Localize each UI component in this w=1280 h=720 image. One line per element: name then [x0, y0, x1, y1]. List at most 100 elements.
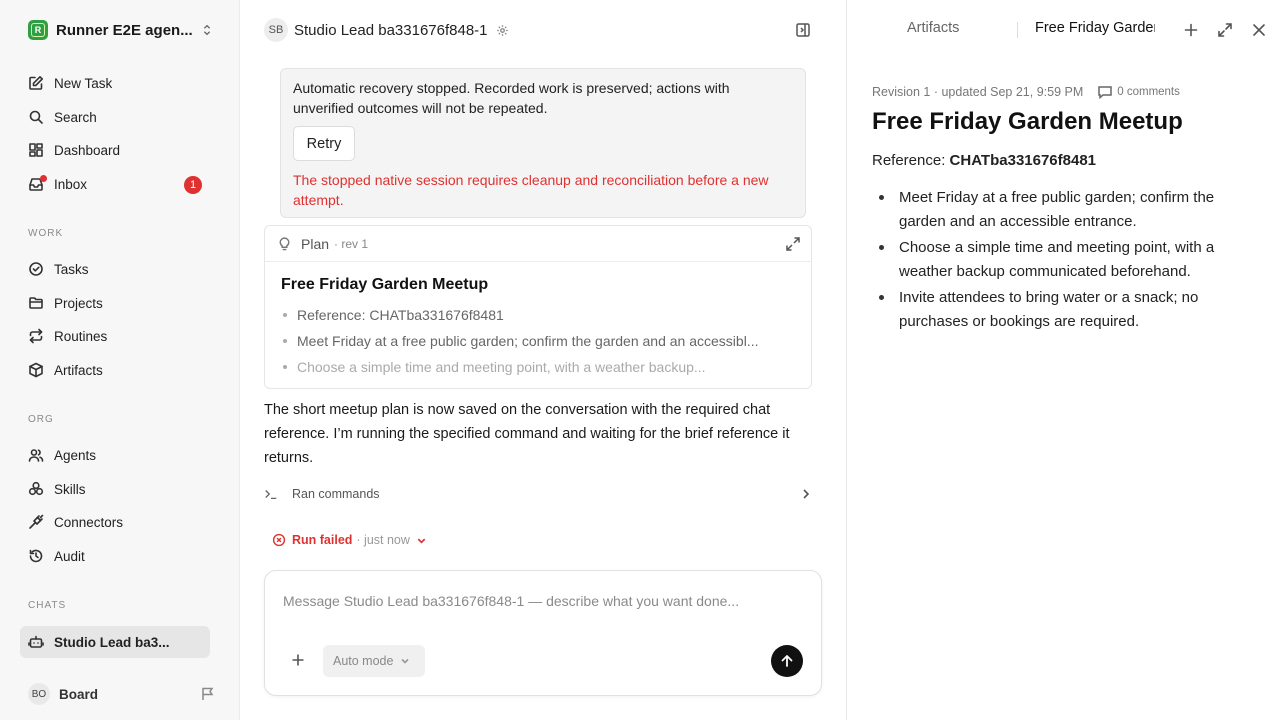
message-input[interactable] — [283, 589, 803, 613]
run-status-time: · just now — [356, 533, 410, 547]
retry-button[interactable]: Retry — [293, 126, 355, 161]
plan-header: Plan · rev 1 — [265, 226, 811, 262]
chevron-down-icon — [417, 538, 426, 544]
history-icon — [29, 549, 43, 563]
flag-icon[interactable] — [200, 686, 216, 702]
artifact-items: Meet Friday at a free public garden; con… — [872, 186, 1252, 336]
plus-icon[interactable] — [291, 653, 305, 667]
nav-projects[interactable]: Projects — [20, 288, 210, 318]
artifact-item: Meet Friday at a free public garden; con… — [872, 186, 1252, 234]
expand-icon[interactable] — [785, 236, 801, 252]
message-composer: Auto mode — [264, 570, 822, 696]
tab-artifacts[interactable]: Artifacts — [907, 20, 959, 40]
maximize-icon[interactable] — [1217, 22, 1233, 38]
lightbulb-icon — [279, 237, 290, 251]
workspace-switcher[interactable]: R Runner E2E agen... — [28, 20, 214, 40]
tab-divider — [1017, 22, 1018, 38]
nav-inbox[interactable]: Inbox 1 — [20, 169, 210, 199]
reference-label: Reference: — [872, 152, 946, 169]
terminal-icon — [265, 490, 277, 500]
mode-label: Auto mode — [333, 654, 394, 668]
section-org-header: ORG — [28, 414, 54, 425]
nav-tasks[interactable]: Tasks — [20, 254, 210, 284]
chat-title: Studio Lead ba331676f848-1 — [294, 21, 488, 39]
repeat-icon — [29, 328, 43, 344]
comment-icon[interactable] — [1097, 84, 1113, 100]
nav-agents[interactable]: Agents — [20, 440, 210, 470]
panel-toggle-icon[interactable] — [795, 22, 811, 38]
edit-icon — [29, 76, 43, 90]
reference-value: CHATba331676f8481 — [949, 152, 1097, 169]
nav-label: Routines — [54, 328, 108, 344]
nav-skills[interactable]: Skills — [20, 474, 210, 504]
error-detail: The stopped native session requires clea… — [293, 172, 769, 208]
plug-icon — [29, 514, 44, 529]
nav-connectors[interactable]: Connectors — [20, 507, 210, 537]
comments-count[interactable]: 0 comments — [1117, 86, 1180, 98]
nav-dashboard[interactable]: Dashboard — [20, 135, 210, 165]
chat-header: SB Studio Lead ba331676f848-1 — [264, 18, 509, 42]
nav-label: Inbox — [54, 176, 88, 192]
nav-label: Dashboard — [54, 142, 121, 158]
plan-items: Reference: CHATba331676f8481 Meet Friday… — [281, 304, 801, 382]
artifact-title: Free Friday Garden Meetup — [872, 108, 1183, 135]
run-status[interactable]: Run failed · just now — [272, 530, 427, 550]
artifact-meta: Revision 1 · updated Sep 21, 9:59 PM 0 c… — [872, 84, 1180, 100]
check-circle-icon — [29, 262, 43, 276]
arrow-up-icon — [781, 655, 793, 667]
nav-search[interactable]: Search — [20, 102, 210, 132]
unread-dot — [40, 175, 47, 182]
plan-item: Reference: CHATba331676f8481 — [281, 304, 801, 330]
nav-label: Skills — [54, 481, 86, 497]
sidebar: R Runner E2E agen... New Task Search Das… — [0, 0, 240, 720]
workspace-name: Runner E2E agen... — [56, 21, 193, 39]
chevron-down-icon — [401, 658, 410, 664]
nav-routines[interactable]: Routines — [20, 321, 210, 351]
section-chats-header: CHATS — [28, 600, 67, 611]
plus-icon[interactable] — [1183, 22, 1199, 38]
run-status-label: Run failed — [292, 533, 353, 547]
board-user[interactable]: BO Board — [20, 680, 216, 708]
board-label: Board — [59, 686, 99, 702]
grid-icon — [29, 143, 43, 157]
bot-icon — [28, 635, 44, 648]
ran-commands-label: Ran commands — [292, 487, 380, 501]
artifact-item: Invite attendees to bring water or a sna… — [872, 286, 1252, 334]
error-circle-icon — [272, 533, 286, 547]
artifact-item: Choose a simple time and meeting point, … — [872, 236, 1252, 284]
inbox-count-badge: 1 — [184, 176, 202, 194]
nav-artifacts[interactable]: Artifacts — [20, 355, 210, 385]
workspace-logo: R — [28, 20, 48, 40]
nav-label: New Task — [54, 75, 113, 91]
plan-revision: · rev 1 — [334, 236, 369, 251]
error-message: Automatic recovery stopped. Recorded wor… — [293, 80, 730, 116]
plan-label: Plan — [301, 235, 330, 252]
artifact-panel: Artifacts Free Friday Garden Meetup Revi… — [846, 0, 1280, 720]
box-icon — [29, 362, 43, 378]
nav-label: Agents — [54, 447, 97, 463]
plan-item: Choose a simple time and meeting point, … — [281, 356, 801, 382]
nav-new-task[interactable]: New Task — [20, 68, 210, 98]
avatar: BO — [28, 683, 50, 705]
mode-selector[interactable]: Auto mode — [323, 645, 425, 677]
chevron-right-icon — [803, 489, 810, 499]
nav-label: Search — [54, 109, 97, 125]
ran-commands-row[interactable]: Ran commands — [264, 484, 812, 504]
chat-column: SB Studio Lead ba331676f848-1 Automatic … — [240, 0, 846, 720]
chat-item-studio-lead[interactable]: Studio Lead ba3... — [20, 626, 210, 658]
tab-artifact-current[interactable]: Free Friday Garden Meetup — [1035, 20, 1155, 40]
plan-title: Free Friday Garden Meetup — [281, 276, 489, 293]
artifact-reference: Reference: CHATba331676f8481 — [872, 152, 1096, 169]
folder-icon — [29, 297, 43, 309]
nav-audit[interactable]: Audit — [20, 541, 210, 571]
nav-label: Connectors — [54, 514, 124, 530]
close-icon[interactable] — [1251, 22, 1267, 38]
assistant-message: The short meetup plan is now saved on th… — [264, 402, 790, 466]
chat-label: Studio Lead ba3... — [54, 634, 170, 650]
plan-card[interactable]: Plan · rev 1 Free Friday Garden Meetup R… — [264, 225, 812, 389]
nav-label: Tasks — [54, 261, 89, 277]
nav-label: Artifacts — [54, 362, 103, 378]
nav-label: Audit — [54, 548, 85, 564]
send-button[interactable] — [771, 645, 803, 677]
gear-icon[interactable] — [496, 24, 509, 37]
